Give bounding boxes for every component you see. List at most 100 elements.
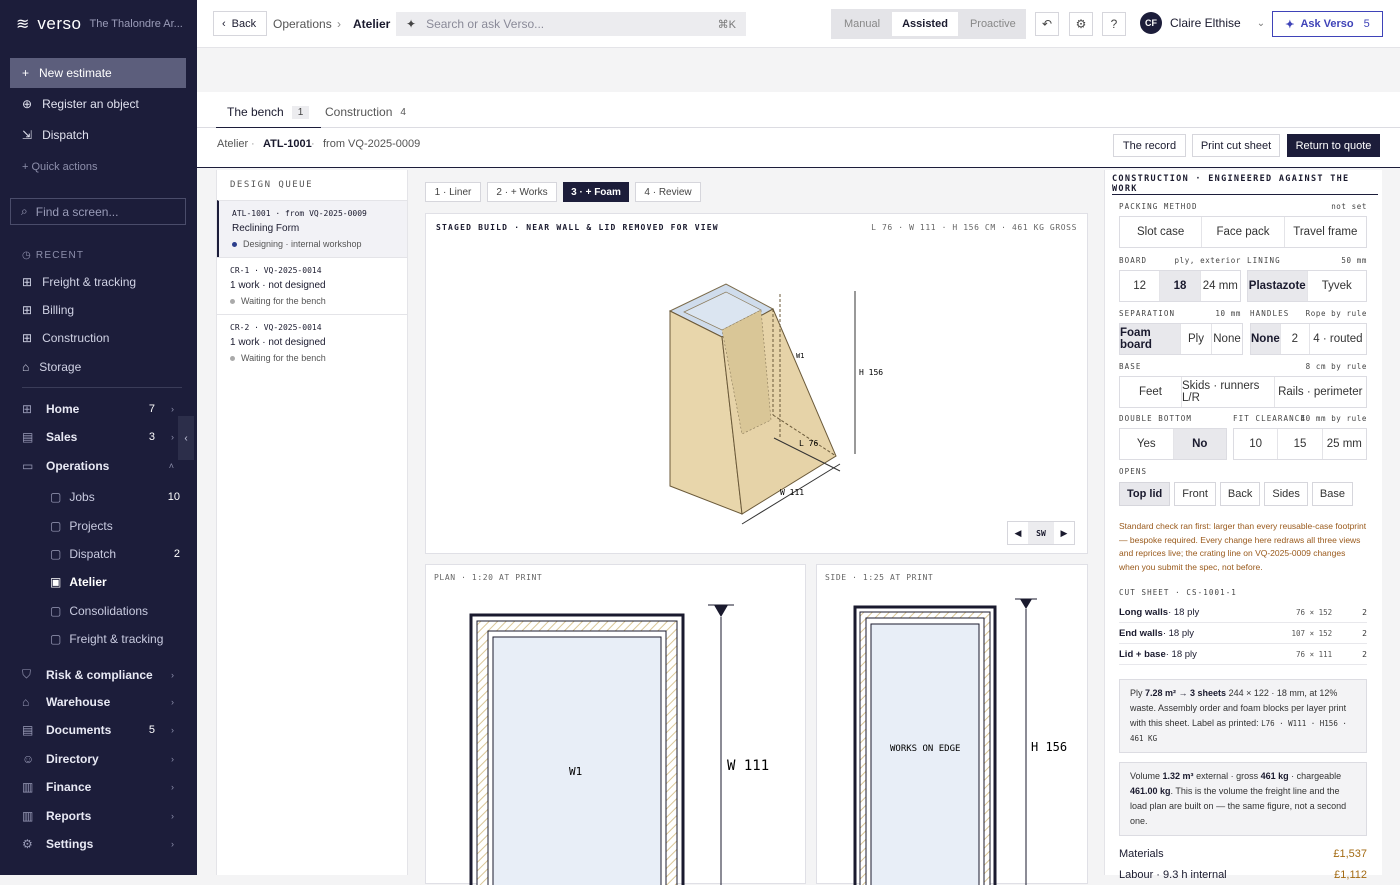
nav-warehouse[interactable]: ⌂ Warehouse › — [22, 695, 174, 709]
separation-foam-board[interactable]: Foam board — [1120, 324, 1181, 354]
nav-documents[interactable]: ▤ Documents 5 › — [22, 723, 174, 737]
return-to-quote-button[interactable]: Return to quote — [1287, 134, 1380, 157]
nav-home[interactable]: ⊞ Home 7 › — [22, 402, 174, 416]
status-dot-icon — [230, 355, 235, 361]
chevron-down-icon: ⌄ — [1256, 17, 1266, 29]
dot-separator: · — [251, 138, 255, 150]
packing-slot-case[interactable]: Slot case — [1120, 217, 1203, 247]
mode-proactive[interactable]: Proactive — [960, 12, 1026, 36]
queue-item[interactable]: CR-2 · VQ-2025-0014 1 work · not designed… — [217, 314, 407, 371]
fit-25[interactable]: 25 mm — [1323, 429, 1366, 459]
collapse-sidebar-button[interactable]: ‹ — [178, 416, 194, 460]
side-inner-label: WORKS ON EDGE — [890, 744, 960, 754]
briefcase-icon: ▭ — [22, 459, 34, 473]
packing-travel-frame[interactable]: Travel frame — [1285, 217, 1366, 247]
sub-jobs[interactable]: ▢ Jobs 10 — [50, 490, 180, 504]
register-object-button[interactable]: ⊕ Register an object — [22, 97, 139, 111]
sub-dispatch[interactable]: ▢ Dispatch 2 — [50, 547, 180, 561]
sub-consolidations[interactable]: ▢ Consolidations — [50, 604, 180, 618]
nav-sales[interactable]: ▤ Sales 3 › — [22, 430, 174, 444]
cut-dimensions: 76 × 111 — [1296, 649, 1333, 659]
opens-front[interactable]: Front — [1174, 482, 1216, 506]
rotate-right-icon[interactable]: ▶ — [1054, 522, 1074, 544]
undo-button[interactable]: ↶ — [1035, 12, 1059, 36]
nav-directory[interactable]: ☺ Directory › — [22, 752, 174, 766]
packing-state: not set — [1331, 202, 1367, 211]
handles-2[interactable]: 2 — [1281, 324, 1310, 354]
double-bottom-no[interactable]: No — [1173, 429, 1226, 459]
back-button[interactable]: ‹ Back — [213, 11, 267, 36]
step-foam[interactable]: 3 · + Foam — [563, 182, 629, 202]
handles-none[interactable]: None — [1251, 324, 1281, 354]
recent-billing[interactable]: ⊞ Billing — [22, 303, 74, 317]
recent-freight[interactable]: ⊞ Freight & tracking — [22, 275, 136, 289]
opens-base[interactable]: Base — [1311, 482, 1353, 506]
separation-none[interactable]: None — [1212, 324, 1242, 354]
cut-dimensions: 107 × 152 — [1291, 628, 1333, 638]
mode-assisted[interactable]: Assisted — [892, 12, 958, 36]
separation-ply[interactable]: Ply — [1181, 324, 1212, 354]
help-button[interactable]: ? — [1102, 12, 1126, 36]
opens-top-lid[interactable]: Top lid — [1119, 482, 1171, 506]
packing-face-pack[interactable]: Face pack — [1202, 217, 1285, 247]
find-screen-input[interactable]: ⌕ Find a screen... — [10, 198, 186, 225]
step-review[interactable]: 4 · Review — [635, 182, 701, 202]
nav-operations[interactable]: ▭ Operations ˄ — [22, 459, 174, 473]
board-24[interactable]: 24 mm — [1201, 271, 1240, 301]
search-icon: ⌕ — [21, 204, 28, 218]
step-works[interactable]: 2 · + Works — [487, 182, 557, 202]
nav-settings[interactable]: ⚙ Settings › — [22, 837, 174, 851]
new-estimate-button[interactable]: + New estimate — [10, 58, 186, 88]
handles-4-routed[interactable]: 4 · routed — [1310, 324, 1366, 354]
fit-10[interactable]: 10 — [1234, 429, 1279, 459]
opens-back[interactable]: Back — [1219, 482, 1261, 506]
board-18[interactable]: 18 — [1160, 271, 1201, 301]
sidebar: ≋ verso The Thalondre Ar... + New estimat… — [0, 0, 197, 875]
sub-atelier[interactable]: ▣ Atelier — [50, 575, 180, 589]
sub-projects[interactable]: ▢ Projects — [50, 519, 180, 533]
base-feet[interactable]: Feet — [1120, 377, 1182, 407]
queue-item[interactable]: CR-1 · VQ-2025-0014 1 work · not designed… — [217, 257, 407, 314]
mode-manual[interactable]: Manual — [834, 12, 890, 36]
recent-construction[interactable]: ⊞ Construction — [22, 331, 109, 345]
user-menu[interactable]: CF Claire Elthise ⌄ — [1140, 12, 1265, 34]
step-liner[interactable]: 1 · Liner — [425, 182, 481, 202]
packing-label: PACKING METHOD — [1119, 202, 1198, 211]
base-options: Feet Skids · runners L/R Rails · perimet… — [1119, 376, 1367, 408]
the-record-button[interactable]: The record — [1113, 134, 1186, 157]
tab-construction[interactable]: Construction 4 — [325, 105, 406, 119]
queue-item[interactable]: ATL-1001 · from VQ-2025-0009 Reclining Fo… — [217, 200, 407, 257]
sub-freight[interactable]: ▢ Freight & tracking — [50, 632, 180, 646]
quick-actions[interactable]: + Quick actions — [22, 161, 98, 173]
rotate-left-icon[interactable]: ◀ — [1008, 522, 1028, 544]
materials-row: Materials £1,537 — [1119, 848, 1367, 860]
lining-tyvek[interactable]: Tyvek — [1308, 271, 1367, 301]
base-rails[interactable]: Rails · perimeter — [1275, 377, 1367, 407]
breadcrumb-operations[interactable]: Operations — [273, 17, 332, 31]
opens-sides[interactable]: Sides — [1264, 482, 1308, 506]
board-12[interactable]: 12 — [1120, 271, 1161, 301]
lining-plastazote[interactable]: Plastazote — [1248, 271, 1308, 301]
tab-the-bench[interactable]: The bench 1 — [216, 105, 322, 129]
tab-count: 1 — [291, 105, 310, 119]
nav-warehouse-label: Warehouse — [46, 695, 111, 709]
nav-reports[interactable]: ▥ Reports › — [22, 809, 174, 823]
double-bottom-options: Yes No — [1119, 428, 1227, 460]
dispatch-button[interactable]: ⇲ Dispatch — [22, 128, 89, 142]
ask-verso-button[interactable]: ✦ Ask Verso 5 — [1272, 11, 1383, 37]
record-source[interactable]: from VQ-2025-0009 — [323, 138, 420, 150]
double-bottom-yes[interactable]: Yes — [1120, 429, 1174, 459]
nav-documents-count: 5 — [148, 724, 155, 736]
global-search-input[interactable]: ✦ Search or ask Verso... ⌘K — [396, 12, 746, 36]
settings-button[interactable]: ⚙ — [1069, 12, 1093, 36]
print-cut-sheet-button[interactable]: Print cut sheet — [1192, 134, 1280, 157]
recent-freight-label: Freight & tracking — [42, 275, 137, 289]
recent-storage[interactable]: ⌂ Storage — [22, 360, 81, 374]
nav-risk[interactable]: ⛉ Risk & compliance › — [22, 667, 174, 682]
ply-note-sheets: 7.28 m² → 3 sheets — [1145, 688, 1227, 698]
fit-15[interactable]: 15 — [1278, 429, 1323, 459]
nav-finance[interactable]: ▥ Finance › — [22, 780, 174, 794]
brand[interactable]: ≋ verso The Thalondre Ar... — [16, 14, 183, 34]
record-crumb[interactable]: Atelier — [217, 138, 248, 150]
base-skids[interactable]: Skids · runners L/R — [1182, 377, 1275, 407]
